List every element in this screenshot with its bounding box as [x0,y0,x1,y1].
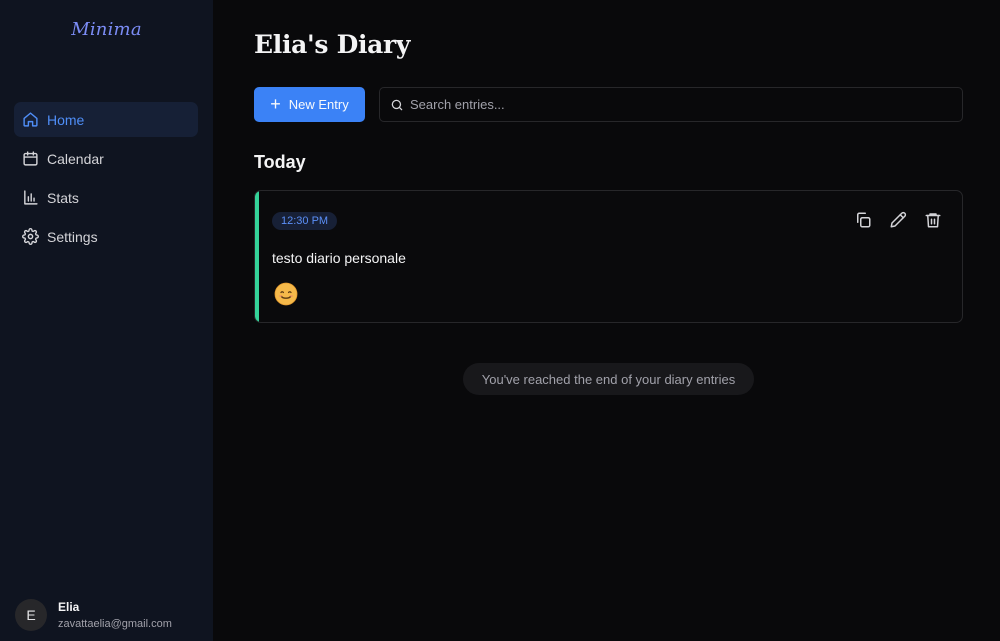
user-info: Elia zavattaelia@gmail.com [58,600,172,630]
entry-actions [837,211,942,229]
search-icon [390,98,404,112]
sidebar-nav: Home Calendar Stats Settings [14,102,198,258]
search-input[interactable] [410,97,950,112]
entry-accent-bar [255,191,259,322]
diary-entry-card[interactable]: 12:30 PM testo diario personale [254,190,963,323]
edit-pencil-icon[interactable] [889,211,907,229]
brand-logo[interactable]: Minima [0,19,213,40]
end-of-entries-message: You've reached the end of your diary ent… [463,363,754,395]
sidebar-item-label: Stats [47,189,79,206]
section-title-today: Today [254,152,306,172]
home-icon [22,111,39,128]
smiling-face-icon [274,282,298,306]
app: Minima Home Calendar Stats Settings E El… [0,0,1000,641]
calendar-icon [22,150,39,167]
gear-icon [22,228,39,245]
user-email: zavattaelia@gmail.com [58,618,172,630]
sidebar-item-settings[interactable]: Settings [14,219,198,254]
sidebar-item-label: Settings [47,228,98,245]
main-content: Elia's Diary + New Entry Today 12:30 PM [213,0,1000,641]
plus-icon: + [270,93,281,114]
avatar[interactable]: E [15,599,47,631]
search-box[interactable] [379,87,963,122]
user-profile[interactable]: E Elia zavattaelia@gmail.com [15,599,172,631]
new-entry-button[interactable]: + New Entry [254,87,365,122]
sidebar-item-label: Home [47,111,85,128]
new-entry-label: New Entry [288,97,349,112]
bar-chart-icon [22,189,39,206]
page-title: Elia's Diary [254,30,411,59]
sidebar: Minima Home Calendar Stats Settings E El… [0,0,213,641]
sidebar-item-home[interactable]: Home [14,102,198,137]
entry-time-badge: 12:30 PM [272,212,338,230]
sidebar-item-calendar[interactable]: Calendar [14,141,198,176]
sidebar-item-stats[interactable]: Stats [14,180,198,215]
sidebar-item-label: Calendar [47,150,104,167]
trash-icon[interactable] [924,211,942,229]
copy-icon[interactable] [854,211,872,229]
entry-text: testo diario personale [272,250,406,266]
user-name: Elia [58,600,80,614]
